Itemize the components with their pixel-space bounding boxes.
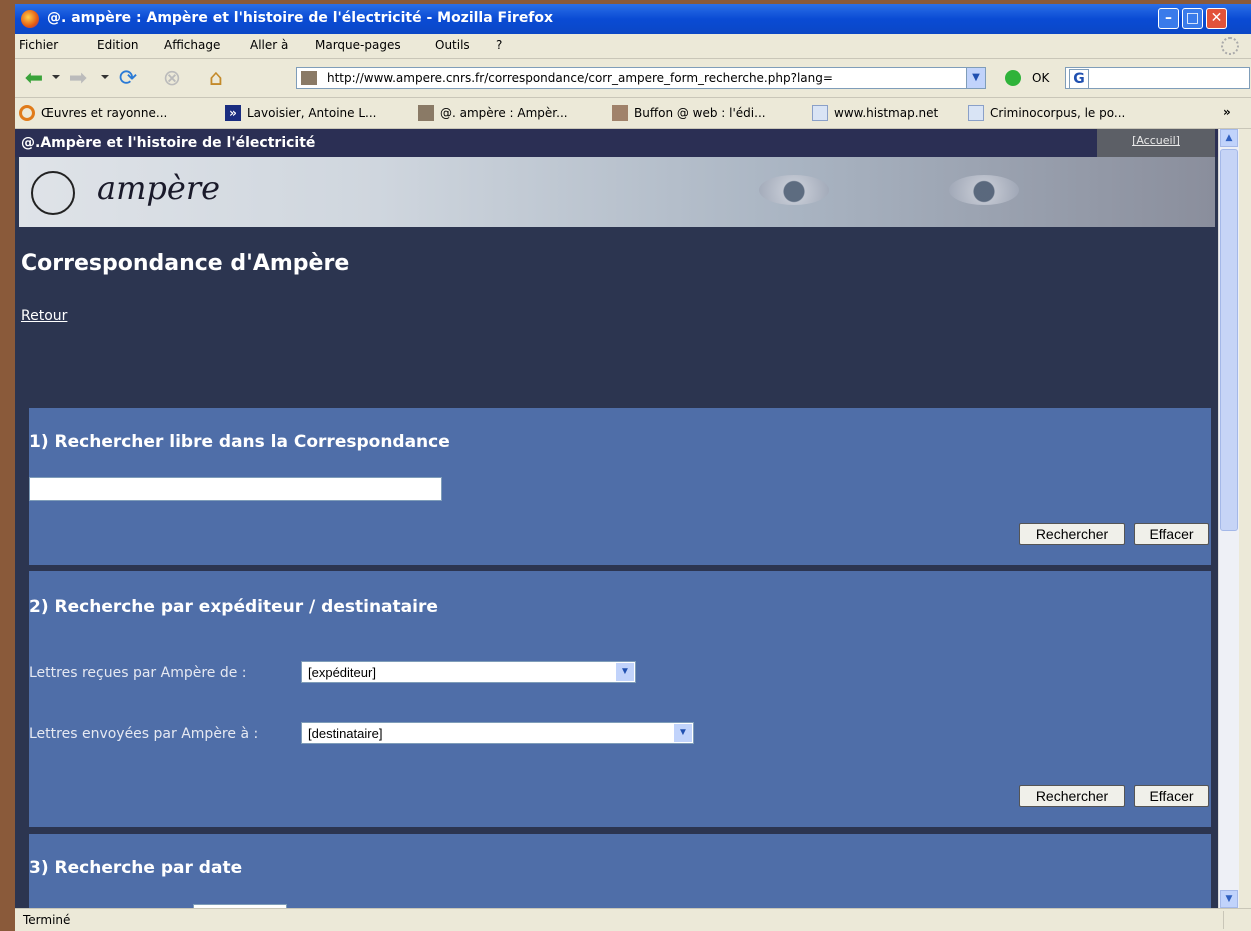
portrait-icon [418, 105, 434, 121]
search-button[interactable]: Rechercher [1019, 785, 1125, 807]
back-arrow-icon: ⬅ [24, 65, 44, 91]
vertical-scrollbar[interactable]: ▲ ▼ [1218, 129, 1239, 908]
menu-fichier[interactable]: Fichier [19, 38, 58, 52]
firefox-logo-icon [21, 10, 39, 28]
search-button[interactable]: Rechercher [1019, 523, 1125, 545]
banner-image: ampère [19, 157, 1215, 227]
menu-marque-pages[interactable]: Marque-pages [315, 38, 401, 52]
menu-help[interactable]: ? [496, 38, 502, 52]
bookmark-label: www.histmap.net [834, 106, 939, 120]
bookmark-label: Lavoisier, Antoine L... [247, 106, 377, 120]
recipient-select-value: [destinataire] [308, 726, 383, 741]
go-icon[interactable] [1005, 70, 1021, 86]
site-title: @.Ampère et l'histoire de l'électricité [21, 135, 316, 151]
navigation-toolbar: ⬅ ➡ ⟳ ⊗ ⌂ http://www.ampere.cnrs.fr/corr… [15, 59, 1251, 98]
search-engine-icon[interactable]: G [1069, 69, 1089, 89]
minimize-icon: – [1165, 10, 1172, 26]
page-content: @.Ampère et l'histoire de l'électricité … [15, 129, 1218, 908]
bookmark-item[interactable]: Œuvres et rayonne... [19, 105, 167, 121]
sender-recipient-panel: 2) Recherche par expéditeur / destinatai… [29, 571, 1211, 827]
stop-icon: ⊗ [162, 65, 182, 91]
signature: ampère [97, 169, 221, 207]
maximize-button[interactable]: □ [1182, 8, 1203, 29]
reload-button[interactable]: ⟳ [115, 65, 141, 91]
page-title: Correspondance d'Ampère [21, 251, 350, 276]
forward-button[interactable]: ➡ [65, 65, 91, 91]
section-heading: 1) Rechercher libre dans la Correspondan… [29, 432, 450, 452]
close-icon: ✕ [1210, 10, 1223, 26]
reload-icon: ⟳ [118, 65, 138, 91]
bookmark-item[interactable]: Criminocorpus, le po... [968, 105, 1125, 121]
close-button[interactable]: ✕ [1206, 8, 1227, 29]
chevron-double-icon: » [225, 105, 241, 121]
home-icon: ⌂ [209, 65, 223, 91]
bookmark-item[interactable]: » Lavoisier, Antoine L... [225, 105, 376, 121]
received-label: Lettres reçues par Ampère de : [29, 665, 247, 681]
sender-select[interactable]: [expéditeur] ▼ [301, 661, 636, 683]
bookmark-label: @. ampère : Ampèr... [440, 106, 568, 120]
menu-edition[interactable]: Edition [97, 38, 139, 52]
seal-icon [31, 171, 75, 215]
back-dropdown-icon[interactable] [52, 75, 60, 79]
window-title: @. ampère : Ampère et l'histoire de l'él… [47, 10, 554, 26]
bookmark-item[interactable]: Buffon @ web : l'édi... [612, 105, 766, 121]
bookmark-label: Buffon @ web : l'édi... [634, 106, 766, 120]
resize-grip-icon[interactable] [1223, 911, 1242, 929]
section-heading: 2) Recherche par expéditeur / destinatai… [29, 597, 438, 617]
bookmark-item[interactable]: www.histmap.net [812, 105, 938, 121]
scroll-down-icon[interactable]: ▼ [1220, 890, 1238, 908]
sender-select-value: [expéditeur] [308, 665, 376, 680]
menu-affichage[interactable]: Affichage [164, 38, 220, 52]
forward-dropdown-icon[interactable] [101, 75, 109, 79]
throbber-icon [1221, 37, 1239, 55]
sent-label: Lettres envoyées par Ampère à : [29, 726, 259, 742]
section-heading: 3) Recherche par date [29, 858, 243, 878]
site-header: @.Ampère et l'histoire de l'électricité … [15, 129, 1218, 157]
menu-aller[interactable]: Aller à [250, 38, 288, 52]
menu-bar: Fichier Edition Affichage Aller à Marque… [15, 34, 1251, 59]
title-bar: @. ampère : Ampère et l'histoire de l'él… [15, 4, 1251, 34]
page-icon [968, 105, 984, 121]
bookmark-label: Œuvres et rayonne... [41, 106, 168, 120]
recipient-select[interactable]: [destinataire] ▼ [301, 722, 694, 744]
bookmark-label: Criminocorpus, le po... [990, 106, 1126, 120]
clear-button[interactable]: Effacer [1134, 523, 1209, 545]
menu-outils[interactable]: Outils [435, 38, 470, 52]
status-bar: Terminé [15, 908, 1251, 931]
chevron-down-icon: ▼ [616, 663, 634, 681]
clear-button[interactable]: Effacer [1134, 785, 1209, 807]
go-button[interactable]: OK [1032, 71, 1049, 85]
stop-button[interactable]: ⊗ [159, 65, 185, 91]
free-search-input[interactable] [29, 477, 442, 501]
portrait-icon [612, 105, 628, 121]
bookmark-item[interactable]: @. ampère : Ampèr... [418, 105, 568, 121]
url-dropdown-icon[interactable]: ▼ [966, 68, 985, 88]
site-favicon-icon [301, 71, 317, 85]
scroll-up-icon[interactable]: ▲ [1220, 129, 1238, 147]
minimize-button[interactable]: – [1158, 8, 1179, 29]
date-search-panel: 3) Recherche par date [29, 834, 1211, 908]
browser-window: @. ampère : Ampère et l'histoire de l'él… [15, 4, 1251, 931]
url-bar[interactable]: http://www.ampere.cnrs.fr/correspondance… [296, 67, 986, 89]
circle-orange-icon [19, 105, 35, 121]
maximize-icon: □ [1185, 10, 1200, 26]
forward-arrow-icon: ➡ [68, 65, 88, 91]
search-input[interactable]: G [1065, 67, 1250, 89]
back-link[interactable]: Retour [21, 308, 67, 324]
status-text: Terminé [23, 913, 71, 927]
home-button[interactable]: ⌂ [203, 65, 229, 91]
back-button[interactable]: ⬅ [21, 65, 47, 91]
scrollbar-thumb[interactable] [1220, 149, 1238, 531]
url-text: http://www.ampere.cnrs.fr/correspondance… [327, 71, 833, 85]
free-search-panel: 1) Rechercher libre dans la Correspondan… [29, 408, 1211, 565]
eye-image [949, 175, 1019, 205]
accueil-link[interactable]: [Accueil] [1097, 129, 1215, 157]
page-icon [812, 105, 828, 121]
chevron-down-icon: ▼ [674, 724, 692, 742]
bookmarks-overflow-button[interactable]: » [1223, 105, 1231, 119]
eye-image [759, 175, 829, 205]
bookmarks-toolbar: Œuvres et rayonne... » Lavoisier, Antoin… [15, 98, 1251, 129]
